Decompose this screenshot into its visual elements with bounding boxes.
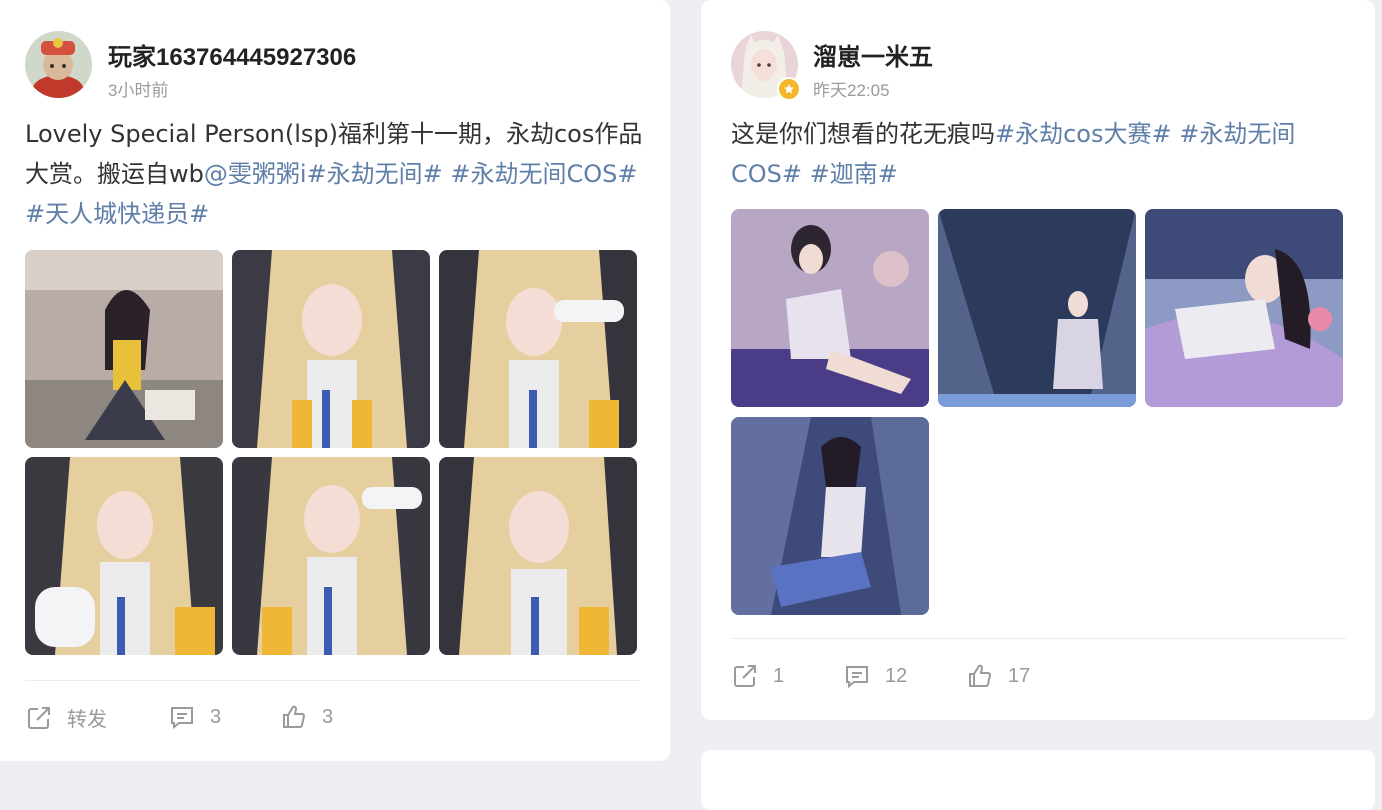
like-button[interactable]: 3 <box>280 703 333 731</box>
comment-count: 12 <box>885 664 908 687</box>
share-label: 转发 <box>67 709 107 731</box>
post-image[interactable] <box>439 250 637 448</box>
username[interactable]: 溜崽一米五 <box>813 37 933 72</box>
avatar[interactable] <box>25 31 92 98</box>
post-text[interactable]: 这是你们想看的花无痕吗#永劫cos大赛# #永劫无间COS# #迦南# <box>731 114 1351 194</box>
post-card[interactable] <box>701 750 1375 810</box>
post-image[interactable] <box>232 250 430 448</box>
divider <box>25 680 640 681</box>
share-button[interactable]: 1 <box>731 662 784 690</box>
share-button[interactable]: 转发 <box>25 703 107 732</box>
thumbs-up-icon <box>283 705 306 728</box>
like-count: 3 <box>322 705 334 728</box>
post-text[interactable]: Lovely Special Person(lsp)福利第十一期，永劫cos作品… <box>25 114 645 234</box>
share-icon <box>734 665 756 687</box>
post-image[interactable] <box>232 457 430 655</box>
post-card[interactable]: 溜崽一米五 昨天22:05 这是你们想看的花无痕吗#永劫cos大赛# #永劫无间… <box>701 0 1375 720</box>
comment-button[interactable]: 3 <box>168 703 221 731</box>
post-card[interactable]: 玩家163764445927306 3小时前 Lovely Special Pe… <box>0 0 670 761</box>
post-time: 昨天22:05 <box>813 81 890 100</box>
post-text-body: 这是你们想看的花无痕吗 <box>731 120 995 148</box>
comment-icon <box>171 707 193 730</box>
share-icon <box>28 706 50 729</box>
comment-button[interactable]: 12 <box>843 662 907 690</box>
share-count: 1 <box>773 664 785 687</box>
post-image[interactable] <box>25 457 223 655</box>
post-image[interactable] <box>731 417 929 615</box>
post-image[interactable] <box>938 209 1136 407</box>
thumbs-up-icon <box>969 664 992 687</box>
comment-icon <box>846 666 868 689</box>
divider <box>731 638 1346 639</box>
post-image[interactable] <box>731 209 929 407</box>
username[interactable]: 玩家163764445927306 <box>108 37 356 72</box>
like-button[interactable]: 17 <box>966 662 1030 690</box>
verified-badge-icon <box>777 77 801 101</box>
post-image[interactable] <box>1145 209 1343 407</box>
post-image[interactable] <box>25 250 223 448</box>
post-image[interactable] <box>439 457 637 655</box>
like-count: 17 <box>1008 664 1031 687</box>
post-time: 3小时前 <box>108 81 169 100</box>
comment-count: 3 <box>210 705 222 728</box>
